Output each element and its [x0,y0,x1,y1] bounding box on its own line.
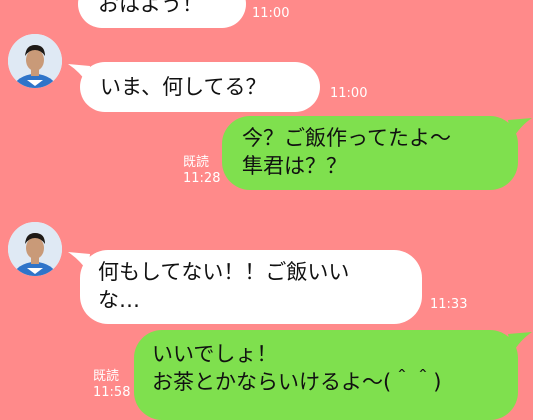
message-read-status: 既読 11:28 [183,155,220,187]
bubble-tail [508,118,532,140]
avatar-photo-icon [8,222,62,276]
contact-avatar[interactable] [8,34,62,88]
message-read-status: 既読 11:58 [93,369,130,401]
chat-thread[interactable]: おはよう！ 11:00 いま、何してる？ 11:00 既読 11:28 今？ご飯… [0,0,533,420]
bubble-tail [68,252,90,272]
message-bubble-outgoing[interactable]: いいでしょ！ お茶とかならいけるよ〜(＾＾) [134,330,518,420]
message-text: お茶とかならいけるよ〜(＾＾) [152,370,442,394]
message-bubble-incoming[interactable]: おはよう！ [78,0,246,28]
message-text: 隼君は？？ [242,154,347,178]
bubble-tail [508,332,532,354]
message-text: な… [98,288,140,312]
message-text: 何もしてない！！ご飯いい [98,260,350,284]
message-text: いま、何してる？ [100,75,267,99]
message-time: 11:33 [430,297,468,312]
message-time: 11:28 [183,171,221,186]
avatar-photo-icon [8,34,62,88]
message-bubble-incoming[interactable]: 何もしてない！！ご飯いい な… [80,250,422,324]
contact-avatar[interactable] [8,222,62,276]
bubble-tail [68,64,90,84]
read-receipt: 既読 [183,155,210,170]
message-time: 11:58 [93,385,131,400]
message-bubble-outgoing[interactable]: 今？ご飯作ってたよ〜 隼君は？？ [222,116,518,190]
message-text: 今？ご飯作ってたよ〜 [242,126,451,150]
message-text: いいでしょ！ [152,342,278,366]
read-receipt: 既読 [93,369,120,384]
message-bubble-incoming[interactable]: いま、何してる？ [80,62,320,112]
message-time: 11:00 [252,6,290,21]
message-time: 11:00 [330,86,368,101]
message-text: おはよう！ [98,0,203,16]
